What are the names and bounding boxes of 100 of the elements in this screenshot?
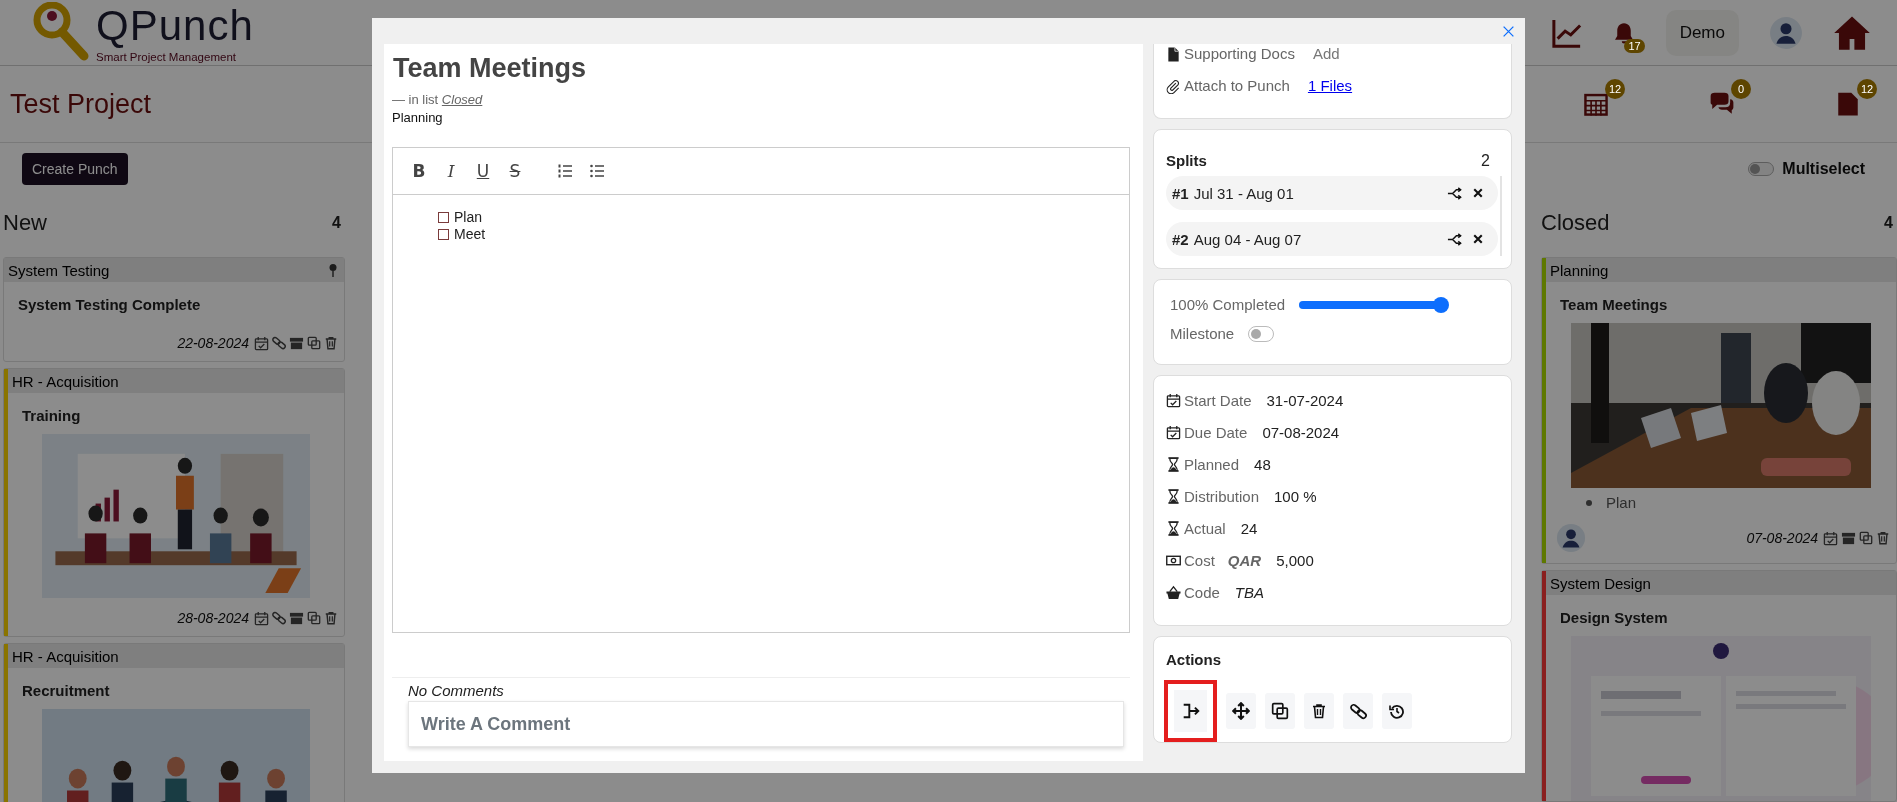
card-title[interactable]: System Testing Complete <box>4 282 344 323</box>
split-range: Jul 31 - Aug 01 <box>1193 184 1295 202</box>
detail-label: Due Date <box>1184 423 1248 443</box>
split-item[interactable]: #2 Aug 04 - Aug 07 <box>1166 222 1498 256</box>
task-card[interactable]: Planning Team Meetings Plan 07-08-2024 <box>1541 257 1897 564</box>
action-button[interactable] <box>1382 693 1412 729</box>
trash-icon[interactable] <box>324 336 338 350</box>
archive-icon[interactable] <box>1841 530 1856 546</box>
multiselect-label: Multiselect <box>1782 160 1865 178</box>
action-button[interactable] <box>1265 693 1295 729</box>
files-link[interactable]: 1 Files <box>1307 76 1353 96</box>
link-icon[interactable] <box>272 611 286 625</box>
trash-icon <box>1311 703 1327 719</box>
card-title[interactable]: Design System <box>1546 595 1896 636</box>
split-number: #2 <box>1172 230 1189 248</box>
detail-label: Start Date <box>1184 391 1252 411</box>
card-title[interactable]: Training <box>8 393 344 434</box>
branch-icon[interactable] <box>1447 231 1462 247</box>
bullet-dot <box>1586 499 1592 506</box>
action-button[interactable] <box>1164 680 1217 742</box>
paperclip-icon <box>1166 78 1181 94</box>
column-title: Closed <box>1541 210 1610 236</box>
calendar-check-icon <box>1166 393 1181 408</box>
hourglass-icon <box>1166 457 1181 472</box>
trash-icon[interactable] <box>324 611 338 625</box>
italic-button[interactable]: I <box>437 159 465 183</box>
group-name: Planning <box>392 110 444 125</box>
comment-field[interactable]: Write A Comment <box>408 701 1124 747</box>
copy-icon[interactable] <box>1859 531 1873 545</box>
task-card[interactable]: HR - Acquisition Recruitment <box>3 643 345 802</box>
list-link[interactable]: Closed <box>441 92 483 107</box>
project-title: Test Project <box>10 88 152 120</box>
due-date: 28-08-2024 <box>177 610 249 626</box>
close-icon[interactable] <box>1472 187 1484 199</box>
money-icon <box>1166 553 1181 568</box>
archive-icon[interactable] <box>289 610 304 626</box>
strike-button[interactable]: S <box>501 159 529 183</box>
milestone-toggle[interactable] <box>1248 325 1275 342</box>
task-card[interactable]: System Testing System Testing Complete 22-08-2024 <box>3 257 345 362</box>
checklist-item: Meet <box>454 226 486 242</box>
avatar-icon[interactable] <box>1769 15 1803 50</box>
checklist-item: Plan <box>454 209 483 225</box>
progress-slider[interactable] <box>1299 296 1450 313</box>
document-icon <box>1835 91 1861 117</box>
group-name: HR - Acquisition <box>12 647 119 665</box>
progress-label: 100% Completed <box>1170 296 1286 313</box>
add-link[interactable]: Add <box>1312 44 1340 64</box>
text-editor[interactable]: B I U S Plan Meet <box>392 147 1130 633</box>
card-title[interactable]: Team Meetings <box>1546 282 1896 323</box>
split-item[interactable]: #1 Jul 31 - Aug 01 <box>1166 176 1498 210</box>
action-button[interactable] <box>1226 693 1256 729</box>
checkbox[interactable] <box>438 211 449 223</box>
splits-title: Splits <box>1166 152 1207 170</box>
column-count: 4 <box>1884 214 1893 232</box>
copy-icon[interactable] <box>307 611 321 625</box>
detail-label: Actual <box>1184 519 1226 539</box>
task-card[interactable]: HR - Acquisition Training 28-08-2024 <box>3 368 345 637</box>
attachment-label: Attach to Punch <box>1184 76 1290 96</box>
chart-icon[interactable] <box>1551 17 1582 48</box>
action-button[interactable] <box>1304 693 1334 729</box>
detail-value: 07-08-2024 <box>1262 423 1340 443</box>
calendar-check-icon <box>1166 425 1181 440</box>
multiselect-toggle[interactable] <box>1748 162 1775 176</box>
copy-icon[interactable] <box>307 336 321 350</box>
calendar-check-icon[interactable] <box>254 610 269 626</box>
calendar-icon <box>1583 91 1609 117</box>
splits-count: 2 <box>1481 152 1490 170</box>
detail-label: Cost <box>1184 551 1215 571</box>
detail-label: Distribution <box>1184 487 1260 507</box>
archive-icon[interactable] <box>289 335 304 351</box>
user-button[interactable]: Demo <box>1665 9 1739 56</box>
numbered-list-icon <box>557 163 573 179</box>
split-number: #1 <box>1172 184 1189 202</box>
logo-title: QPunch <box>96 2 254 51</box>
detail-value: TBA <box>1234 583 1265 603</box>
detail-label: Planned <box>1184 455 1240 475</box>
checkbox[interactable] <box>438 228 449 240</box>
card-title[interactable]: Recruitment <box>8 668 344 709</box>
detail-value: 24 <box>1240 519 1258 539</box>
branch-icon[interactable] <box>1447 185 1462 201</box>
action-button[interactable] <box>1343 693 1373 729</box>
logo-subtitle: Smart Project Management <box>96 50 237 63</box>
calendar-check-icon[interactable] <box>254 335 269 351</box>
count-badge: 12 <box>1605 79 1625 99</box>
list-info: — in list Closed <box>392 92 484 107</box>
create-punch-button[interactable]: Create Punch <box>22 153 128 185</box>
underline-button[interactable]: U <box>469 159 497 183</box>
close-icon[interactable] <box>1472 233 1484 245</box>
bullet-list-icon <box>589 163 605 179</box>
group-name: Planning <box>1550 261 1609 279</box>
due-date: 22-08-2024 <box>177 335 249 351</box>
notification-badge: 17 <box>1624 38 1645 53</box>
link-icon <box>1349 702 1367 720</box>
trash-icon[interactable] <box>1876 531 1890 545</box>
bullet-item: Plan <box>1606 494 1637 511</box>
calendar-check-icon[interactable] <box>1823 530 1838 546</box>
bold-button[interactable]: B <box>405 159 433 183</box>
link-icon[interactable] <box>272 336 286 350</box>
group-name: System Testing <box>8 261 110 279</box>
count-badge: 0 <box>1731 79 1751 99</box>
